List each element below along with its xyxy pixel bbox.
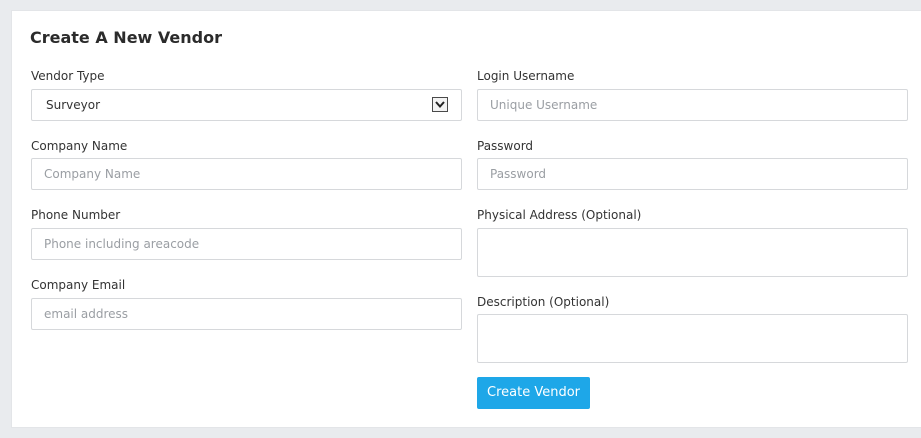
- password-label: Password: [477, 139, 534, 153]
- login-username-label: Login Username: [477, 69, 575, 83]
- password-input[interactable]: [477, 158, 908, 190]
- description-label: Description (Optional): [477, 295, 610, 309]
- vendor-type-label: Vendor Type: [31, 69, 105, 83]
- page-title: Create A New Vendor: [30, 28, 222, 47]
- physical-address-textarea[interactable]: [477, 228, 908, 277]
- vendor-type-selected-value: Surveyor: [46, 98, 101, 112]
- company-email-label: Company Email: [31, 278, 126, 292]
- description-textarea[interactable]: [477, 314, 908, 363]
- login-username-input[interactable]: [477, 89, 908, 121]
- physical-address-label: Physical Address (Optional): [477, 208, 642, 222]
- company-email-input[interactable]: [31, 298, 462, 330]
- chevron-down-icon[interactable]: [432, 97, 448, 112]
- phone-number-label: Phone Number: [31, 208, 121, 222]
- create-vendor-button[interactable]: Create Vendor: [477, 377, 590, 409]
- vendor-type-select[interactable]: Surveyor: [31, 89, 462, 121]
- company-name-label: Company Name: [31, 139, 128, 153]
- vendor-form-panel: [11, 10, 921, 428]
- phone-number-input[interactable]: [31, 228, 462, 260]
- company-name-input[interactable]: [31, 158, 462, 190]
